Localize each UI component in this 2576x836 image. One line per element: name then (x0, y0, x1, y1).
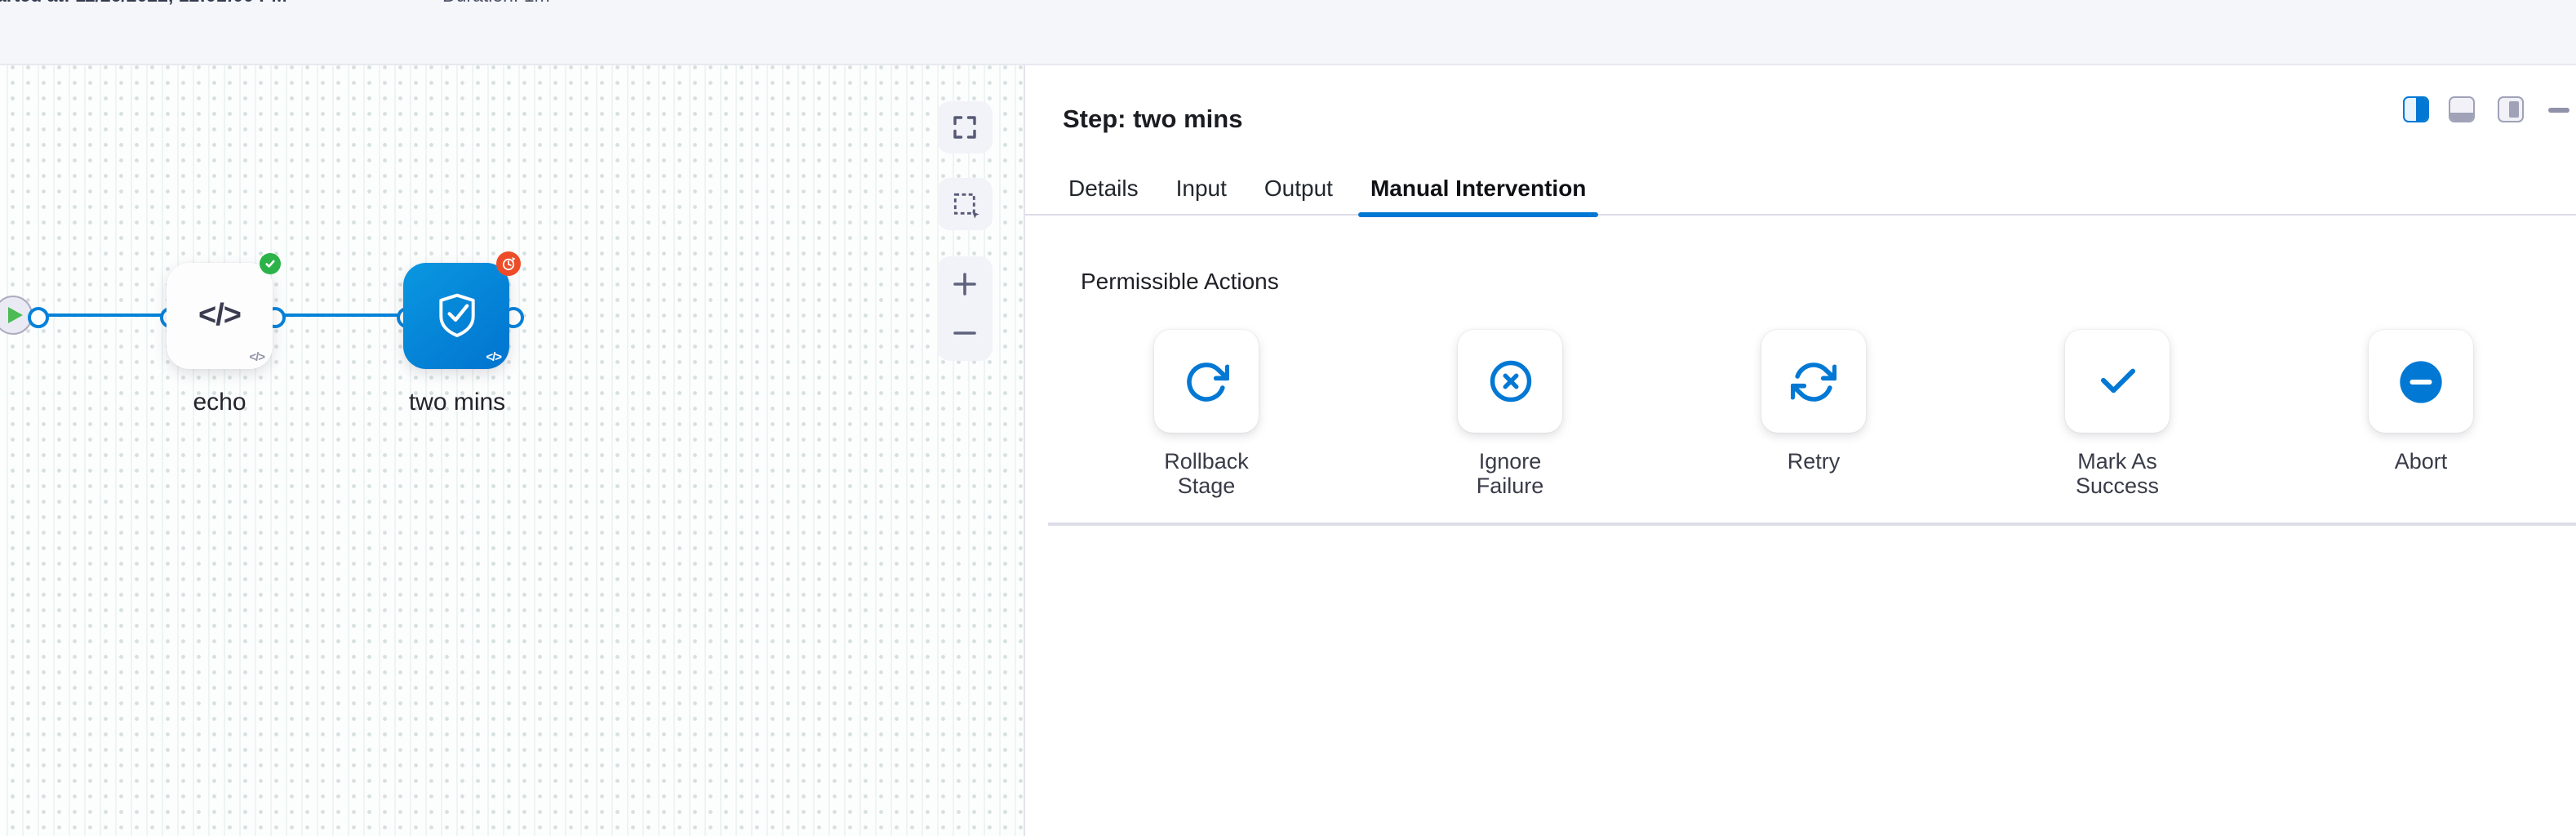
node-label-echo: echo (138, 389, 301, 416)
pipeline-canvas[interactable]: </> </> </> (0, 64, 1024, 836)
tab-manual-intervention[interactable]: Manual Intervention (1359, 160, 1597, 214)
layout-bottom-view-button[interactable] (2449, 96, 2475, 122)
canvas-fullscreen-button[interactable] (937, 100, 993, 153)
started-at-text: Started at: 11/26/2022, 12:01:00 PM (0, 0, 287, 7)
execution-page: Started at: 11/26/2022, 12:01:00 PM Dura… (0, 0, 2576, 836)
fullscreen-icon (950, 112, 979, 141)
main-split: </> </> </> (0, 64, 2576, 836)
tab-output[interactable]: Output (1253, 160, 1344, 214)
step-node-echo[interactable]: </> </> (167, 263, 273, 369)
action-label: Retry (1748, 449, 1879, 474)
zoom-in-button[interactable] (937, 262, 993, 305)
edge-echo-twomins (271, 313, 405, 316)
ignore-failure-action: Ignore Failure (1458, 330, 1562, 498)
edge-start-echo (34, 313, 168, 316)
abort-action: Abort (2369, 330, 2473, 498)
script-type-icon: </> (486, 349, 501, 364)
rollback-stage-button[interactable] (1154, 330, 1259, 433)
minus-icon (952, 319, 978, 345)
minimize-panel-button[interactable] (2548, 107, 2569, 112)
retry-action: Retry (1761, 330, 1866, 498)
mark-as-success-icon (2095, 359, 2139, 403)
canvas-zoom-controls (937, 256, 993, 360)
split-view-icon (2416, 98, 2427, 121)
rollback-stage-action: Rollback Stage (1154, 330, 1259, 498)
action-label: Rollback Stage (1141, 449, 1272, 498)
tab-details[interactable]: Details (1057, 160, 1150, 214)
canvas-select-button[interactable] (937, 178, 993, 230)
pipeline-start-node[interactable] (0, 295, 32, 334)
waiting-timer-badge-icon (496, 251, 521, 276)
port-start-out (28, 307, 49, 328)
abort-icon (2398, 358, 2444, 404)
step-tabs: Details Input Output Manual Intervention (1025, 160, 2576, 216)
retry-button[interactable] (1761, 330, 1866, 433)
script-type-icon: </> (249, 349, 264, 364)
rollback-icon (1184, 358, 1229, 404)
action-label: Abort (2356, 449, 2486, 474)
action-label: Ignore Failure (1445, 449, 1575, 498)
right-view-icon (2508, 101, 2519, 118)
permissible-actions-row: Rollback Stage Ignore Failure (1154, 330, 2473, 498)
ignore-failure-icon (1488, 359, 1532, 403)
duration-text: Duration: 1m (442, 0, 550, 7)
layout-right-view-button[interactable] (2498, 96, 2524, 122)
mark-as-success-button[interactable] (2065, 330, 2170, 433)
mark-as-success-action: Mark As Success (2065, 330, 2170, 498)
code-icon: </> (198, 298, 241, 334)
play-icon (7, 307, 22, 323)
retry-icon (1791, 358, 1837, 404)
execution-meta-bar: Started at: 11/26/2022, 12:01:00 PM Dura… (0, 0, 2576, 64)
marquee-select-icon (949, 189, 980, 220)
zoom-out-button[interactable] (937, 311, 993, 354)
layout-split-view-button[interactable] (2403, 96, 2429, 122)
step-detail-panel: Step: two mins Details Input Output Manu… (1024, 64, 2576, 836)
ignore-failure-button[interactable] (1458, 330, 1562, 433)
shield-check-icon (432, 289, 481, 343)
tab-input[interactable]: Input (1165, 160, 1238, 214)
step-node-two-mins[interactable]: </> (403, 263, 509, 369)
content-divider (1048, 522, 2576, 526)
bottom-view-icon (2450, 112, 2473, 121)
panel-title: Step: two mins (1063, 106, 1242, 136)
node-label-two-mins: two mins (375, 389, 539, 416)
success-badge-icon (260, 253, 281, 274)
action-label: Mark As Success (2052, 449, 2183, 498)
plus-icon (952, 270, 978, 296)
permissible-actions-title: Permissible Actions (1081, 268, 1279, 294)
abort-button[interactable] (2369, 330, 2473, 433)
